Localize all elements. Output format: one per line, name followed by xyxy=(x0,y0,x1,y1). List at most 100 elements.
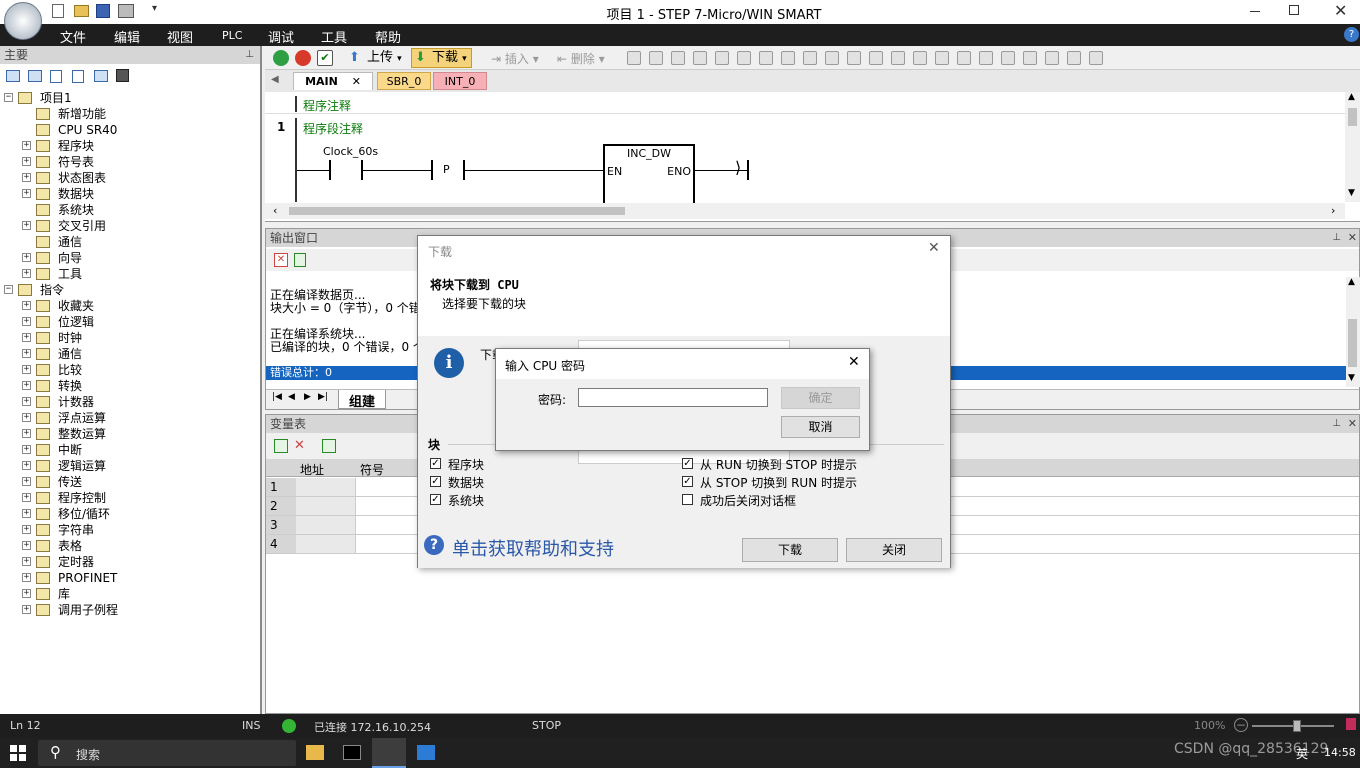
network-1[interactable]: 1 程序段注释 Clock_60s P INC_DW EN ENO ⟩ xyxy=(265,116,1345,204)
tree-item[interactable]: + PROFINET xyxy=(0,570,258,586)
tree-item[interactable]: + 整数运算 xyxy=(0,426,258,442)
clock[interactable]: 14:58 xyxy=(1324,746,1356,759)
password-ok-button[interactable]: 确定 xyxy=(781,387,860,409)
expand-icon[interactable]: + xyxy=(22,413,31,422)
taskbar-search[interactable]: ⚲ 搜索 xyxy=(38,740,296,766)
tree-item[interactable]: 系统块 xyxy=(0,202,258,218)
cross-ref-icon[interactable] xyxy=(649,51,663,65)
copy-output-icon[interactable] xyxy=(294,253,306,267)
note-icon[interactable] xyxy=(1067,51,1081,65)
file-explorer-icon[interactable] xyxy=(306,745,324,760)
menu-debug[interactable]: 调试 xyxy=(268,27,294,46)
address-cell[interactable] xyxy=(296,497,356,515)
editor-vertical-scrollbar[interactable]: ▲ ▼ xyxy=(1345,92,1360,202)
option-checkbox[interactable] xyxy=(682,494,693,505)
menu-tools[interactable]: 工具 xyxy=(321,27,347,46)
scroll-down-icon[interactable]: ▼ xyxy=(1348,188,1355,198)
output-close-icon[interactable]: ✕ xyxy=(1348,229,1357,247)
expand-icon[interactable]: + xyxy=(22,573,31,582)
password-input[interactable] xyxy=(578,388,768,407)
address-cell[interactable] xyxy=(296,535,356,553)
tree-item[interactable]: 通信 xyxy=(0,234,258,250)
expand-icon[interactable]: + xyxy=(22,141,31,150)
menu-view[interactable]: 视图 xyxy=(167,27,193,46)
expand-icon[interactable]: + xyxy=(22,173,31,182)
tree-item[interactable]: − 指令 xyxy=(0,282,258,298)
output-pin-icon[interactable]: ⊥ xyxy=(1332,229,1341,247)
tree-item[interactable]: + 工具 xyxy=(0,266,258,282)
tab-sbr0[interactable]: SBR_0 xyxy=(377,72,431,90)
download-confirm-button[interactable]: 下载 xyxy=(742,538,838,562)
table-icon[interactable] xyxy=(1089,51,1103,65)
download-dialog-close-icon[interactable]: ✕ xyxy=(928,240,940,256)
minimize-icon[interactable] xyxy=(1250,11,1260,12)
first-tab-icon[interactable]: |◀ xyxy=(272,392,282,402)
expand-icon[interactable]: + xyxy=(22,397,31,406)
arrow-right-icon[interactable] xyxy=(913,51,927,65)
undo-icon[interactable] xyxy=(737,51,751,65)
tab-main[interactable]: MAIN ✕ xyxy=(293,72,373,90)
tree-item[interactable]: + 比较 xyxy=(0,362,258,378)
hscroll-thumb[interactable] xyxy=(289,207,625,215)
tab-int0[interactable]: INT_0 xyxy=(433,72,487,90)
expand-icon[interactable]: + xyxy=(22,253,31,262)
tree-item[interactable]: + 浮点运算 xyxy=(0,410,258,426)
expand-icon[interactable]: + xyxy=(22,525,31,534)
key-icon[interactable] xyxy=(825,51,839,65)
tree-item[interactable]: + 表格 xyxy=(0,538,258,554)
tree-item[interactable]: + 程序块 xyxy=(0,138,258,154)
tree-item[interactable]: + 转换 xyxy=(0,378,258,394)
block-checkbox[interactable]: ✓ xyxy=(430,494,441,505)
lock-icon[interactable] xyxy=(781,51,795,65)
scroll-thumb[interactable] xyxy=(1348,108,1357,126)
expand-icon[interactable]: + xyxy=(22,157,31,166)
tree-item[interactable]: + 移位/循环 xyxy=(0,506,258,522)
tree-item[interactable]: − 项目1 xyxy=(0,90,258,106)
run-icon[interactable] xyxy=(273,50,289,66)
hscroll-left-icon[interactable]: ‹ xyxy=(273,204,277,217)
tree-item[interactable]: + 位逻辑 xyxy=(0,314,258,330)
terminal-icon[interactable] xyxy=(343,745,361,760)
address-cell[interactable] xyxy=(296,516,356,534)
hscroll-right-icon[interactable]: › xyxy=(1331,204,1335,217)
tree-item[interactable]: + 时钟 xyxy=(0,330,258,346)
expand-icon[interactable]: + xyxy=(22,349,31,358)
address-icon[interactable] xyxy=(1023,51,1037,65)
clear-output-icon[interactable]: ✕ xyxy=(274,253,288,267)
tree-item[interactable]: + 收藏夹 xyxy=(0,298,258,314)
last-tab-icon[interactable]: ▶| xyxy=(318,392,328,402)
next-tab-icon[interactable]: ▶ xyxy=(304,392,311,402)
coil-icon[interactable] xyxy=(957,51,971,65)
tree-tool-1-icon[interactable] xyxy=(6,70,20,82)
tree-item[interactable]: + 字符串 xyxy=(0,522,258,538)
expand-icon[interactable]: + xyxy=(22,445,31,454)
expand-icon[interactable]: + xyxy=(22,333,31,342)
tab-build[interactable]: 组建 xyxy=(338,390,387,410)
help-circle-icon[interactable]: ? xyxy=(424,535,444,555)
tab-scroll-left-icon[interactable]: ◀ xyxy=(271,74,279,85)
option-checkbox[interactable]: ✓ xyxy=(682,476,693,487)
var-pin-icon[interactable]: ⊥ xyxy=(1332,415,1341,433)
block-checkbox[interactable]: ✓ xyxy=(430,458,441,469)
expand-icon[interactable]: + xyxy=(22,365,31,374)
tree-item[interactable]: + 中断 xyxy=(0,442,258,458)
collapse-icon[interactable]: − xyxy=(4,93,13,102)
pin-icon[interactable]: ⊥ xyxy=(245,46,254,64)
tree-item[interactable]: + 符号表 xyxy=(0,154,258,170)
tree-item[interactable]: + 程序控制 xyxy=(0,490,258,506)
var-close-icon[interactable]: ✕ xyxy=(1348,415,1357,433)
expand-icon[interactable]: + xyxy=(22,269,31,278)
out-scroll-thumb[interactable] xyxy=(1348,319,1357,367)
delete-row-icon[interactable]: ✕ xyxy=(294,438,305,453)
run-to-icon[interactable] xyxy=(759,51,773,65)
contact-icon[interactable] xyxy=(935,51,949,65)
block-checkbox[interactable]: ✓ xyxy=(430,476,441,487)
stop-icon[interactable] xyxy=(295,50,311,66)
insert-button[interactable]: ⇥ 插入 ▾ xyxy=(491,50,539,67)
expand-icon[interactable]: + xyxy=(22,317,31,326)
var-tool-3-icon[interactable] xyxy=(322,439,336,453)
ime-indicator[interactable]: 英 xyxy=(1296,745,1308,762)
step7-app-icon[interactable] xyxy=(372,738,406,768)
scroll-up-icon[interactable]: ▲ xyxy=(1348,92,1355,102)
windows-start-icon[interactable] xyxy=(10,745,26,761)
